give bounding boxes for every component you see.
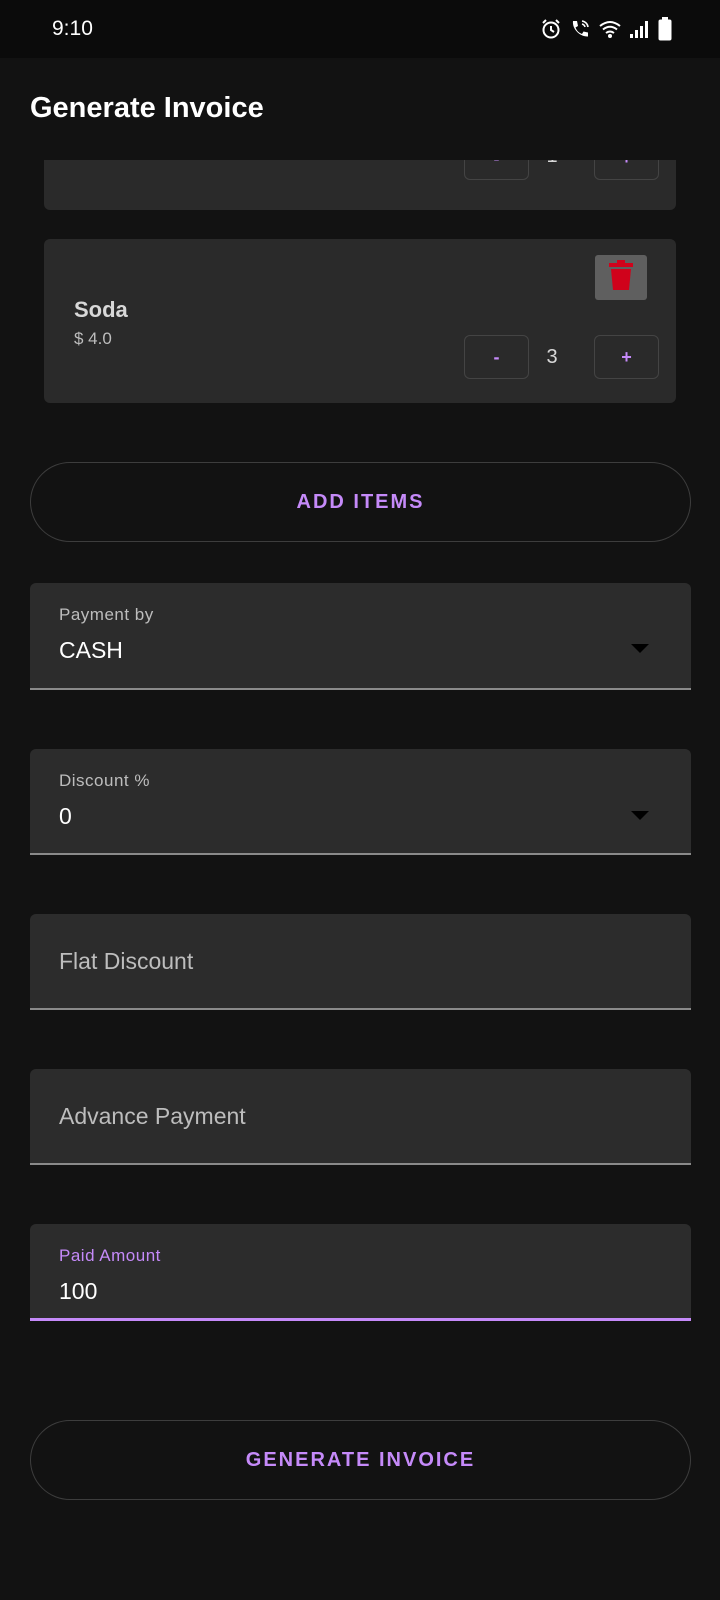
paid-amount-value: 100 [59, 1278, 98, 1304]
add-items-button[interactable]: ADD ITEMS [30, 462, 691, 542]
wifi-call-icon [569, 18, 591, 40]
status-icons [540, 16, 672, 42]
status-time: 9:10 [52, 17, 93, 40]
payment-method-value: CASH [59, 637, 123, 663]
trash-icon [609, 260, 633, 295]
discount-percent-value: 0 [59, 803, 72, 829]
item-price: $ 4.0 [74, 329, 112, 348]
quantity-value: 1 [537, 160, 567, 168]
decrease-quantity-button[interactable]: - [464, 335, 529, 379]
signal-icon [629, 19, 651, 39]
battery-icon [658, 17, 672, 41]
alarm-icon [540, 18, 562, 40]
flat-discount-placeholder: Flat Discount [59, 948, 194, 974]
status-bar: 9:10 [0, 0, 720, 58]
dropdown-arrow-icon [631, 644, 649, 653]
paid-amount-field[interactable]: Paid Amount 100 [30, 1224, 691, 1321]
payment-method-label: Payment by [59, 605, 154, 624]
wifi-icon [598, 19, 622, 39]
payment-method-dropdown[interactable]: Payment by CASH [30, 583, 691, 690]
delete-item-button[interactable] [595, 255, 647, 300]
list-item: Soda $ 4.0 - 3 + [44, 239, 676, 403]
discount-percent-label: Discount % [59, 771, 150, 790]
page-title: Generate Invoice [30, 92, 264, 124]
advance-payment-placeholder: Advance Payment [59, 1103, 246, 1129]
discount-percent-dropdown[interactable]: Discount % 0 [30, 749, 691, 855]
list-item: - 1 + [44, 160, 676, 210]
quantity-value: 3 [546, 346, 558, 368]
dropdown-arrow-icon [631, 811, 649, 820]
decrease-quantity-button[interactable]: - [464, 160, 529, 180]
flat-discount-field[interactable]: Flat Discount [30, 914, 691, 1010]
item-name: Soda [74, 297, 128, 322]
generate-invoice-button[interactable]: GENERATE INVOICE [30, 1420, 691, 1500]
increase-quantity-button[interactable]: + [594, 160, 659, 180]
paid-amount-label: Paid Amount [59, 1246, 161, 1265]
increase-quantity-button[interactable]: + [594, 335, 659, 379]
advance-payment-field[interactable]: Advance Payment [30, 1069, 691, 1165]
items-list[interactable]: - 1 + Soda $ 4.0 - 3 + [0, 160, 720, 430]
